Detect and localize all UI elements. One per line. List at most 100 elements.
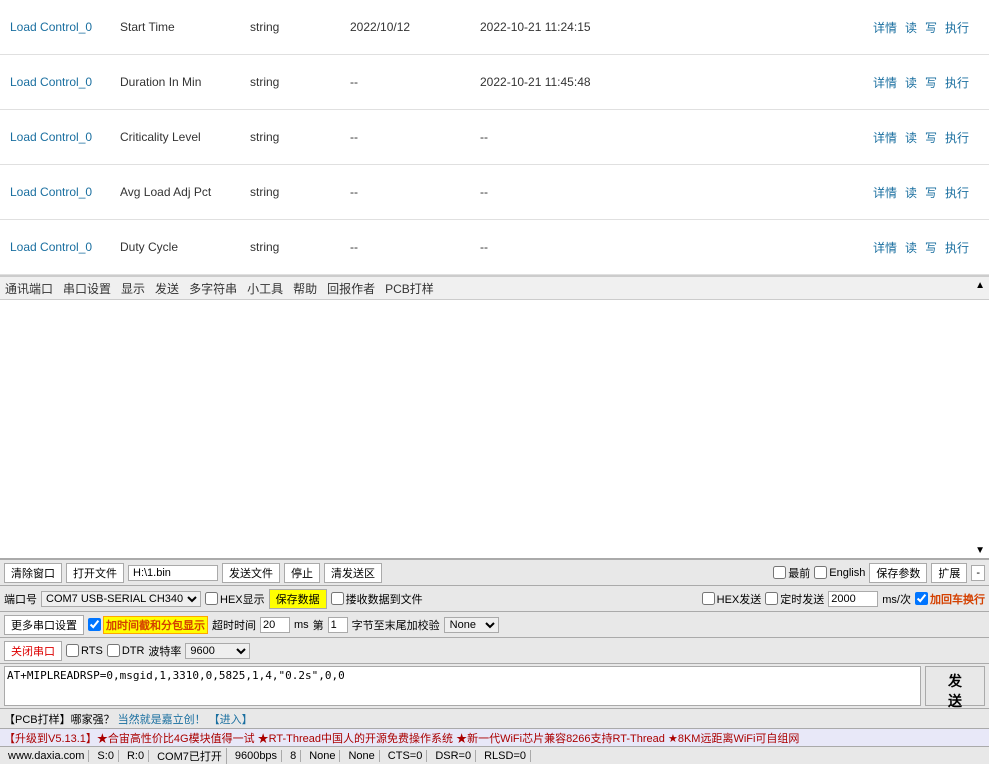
action-link[interactable]: 详情 [873, 184, 897, 201]
hex-display-checkbox[interactable] [205, 592, 218, 605]
port-select[interactable]: COM7 USB-SERIAL CH340 [41, 591, 201, 607]
col-actions: 详情读写执行 [630, 74, 979, 91]
pcb-link2[interactable]: 【进入】 [209, 711, 253, 727]
action-link[interactable]: 执行 [945, 74, 969, 91]
action-link[interactable]: 读 [905, 239, 917, 256]
crc-select[interactable]: None [444, 617, 499, 633]
scroll-down-arrow[interactable]: ▼ [975, 545, 985, 556]
status-site: www.daxia.com [4, 750, 89, 762]
toolbar-item[interactable]: 显示 [121, 280, 145, 297]
col-attr: Start Time [120, 20, 250, 34]
send-file-button[interactable]: 发送文件 [222, 563, 280, 583]
col-val1: -- [350, 75, 480, 89]
col-val2: -- [480, 240, 630, 254]
action-link[interactable]: 写 [925, 184, 937, 201]
action-link[interactable]: 执行 [945, 239, 969, 256]
hex-display-label: HEX显示 [205, 591, 265, 607]
action-link[interactable]: 执行 [945, 184, 969, 201]
action-link[interactable]: 执行 [945, 129, 969, 146]
table-row: Load Control_0 Duration In Min string --… [0, 55, 989, 110]
close-window-button[interactable]: - [971, 565, 985, 581]
toolbar-item[interactable]: 发送 [155, 280, 179, 297]
close-port-button[interactable]: 关闭串口 [4, 641, 62, 661]
status-port: COM7已打开 [153, 748, 227, 764]
stop-button[interactable]: 停止 [284, 563, 320, 583]
open-file-button[interactable]: 打开文件 [66, 563, 124, 583]
col-val1: -- [350, 185, 480, 199]
status-bits: 8 [286, 750, 301, 762]
more-port-settings-button[interactable]: 更多串口设置 [4, 615, 84, 635]
col-val1: -- [350, 240, 480, 254]
timeout-input[interactable] [260, 617, 290, 633]
baud-rate-select[interactable]: 9600 [185, 643, 250, 659]
status-s0: S:0 [93, 750, 119, 762]
action-link[interactable]: 读 [905, 19, 917, 36]
table-area: Load Control_0 Start Time string 2022/10… [0, 0, 989, 276]
expand-button[interactable]: 扩展 [931, 563, 967, 583]
col-val1: 2022/10/12 [350, 20, 480, 34]
action-link[interactable]: 详情 [873, 74, 897, 91]
col-type: string [250, 130, 350, 144]
status-cts: CTS=0 [384, 750, 428, 762]
table-row: Load Control_0 Avg Load Adj Pct string -… [0, 165, 989, 220]
page-input[interactable] [328, 617, 348, 633]
rts-label: RTS [66, 644, 103, 657]
col-actions: 详情读写执行 [630, 129, 979, 146]
send-row: AT+MIPLREADRSP=0,msgid,1,3310,0,5825,1,4… [0, 664, 989, 708]
toolbar-item[interactable]: PCB打样 [385, 280, 434, 297]
timed-send-checkbox[interactable] [765, 592, 778, 605]
latest-checkbox[interactable] [773, 566, 786, 579]
clear-send-button[interactable]: 清发送区 [324, 563, 382, 583]
send-button[interactable]: 发 送 [925, 666, 985, 706]
send-textarea[interactable]: AT+MIPLREADRSP=0,msgid,1,3310,0,5825,1,4… [4, 666, 921, 706]
action-link[interactable]: 读 [905, 74, 917, 91]
file-path-input[interactable] [128, 565, 218, 581]
pcb-link1[interactable]: 当然就是嘉立创！ [118, 711, 206, 727]
byte-label: 字节至末尾加校验 [352, 617, 440, 633]
col-attr: Avg Load Adj Pct [120, 185, 250, 199]
main-layout: Load Control_0 Start Time string 2022/10… [0, 0, 989, 764]
hex-send-checkbox[interactable] [702, 592, 715, 605]
toolbar-item[interactable]: 串口设置 [63, 280, 111, 297]
save-param-button[interactable]: 保存参数 [869, 563, 927, 583]
status-r0: R:0 [123, 750, 149, 762]
col-name: Load Control_0 [10, 20, 120, 34]
add-timestamp-label: 加时间截和分包显示 [88, 616, 208, 634]
action-link[interactable]: 写 [925, 129, 937, 146]
toolbar-item[interactable]: 通讯端口 [5, 280, 53, 297]
status-parity: None [305, 750, 340, 762]
scroll-up-arrow[interactable]: ▲ [975, 280, 985, 291]
dtr-checkbox[interactable] [107, 644, 120, 657]
action-link[interactable]: 写 [925, 19, 937, 36]
clear-window-button[interactable]: 清除窗口 [4, 563, 62, 583]
toolbar-wrap: 通讯端口串口设置显示发送多字符串小工具帮助回报作者 PCB打样 ▲ [0, 276, 989, 300]
rts-checkbox[interactable] [66, 644, 79, 657]
col-attr: Criticality Level [120, 130, 250, 144]
toolbar-item[interactable]: 小工具 [247, 280, 283, 297]
timed-send-label: 定时发送 [765, 591, 824, 607]
action-link[interactable]: 详情 [873, 129, 897, 146]
action-link[interactable]: 写 [925, 74, 937, 91]
action-link[interactable]: 读 [905, 184, 917, 201]
add-newline-checkbox[interactable] [915, 592, 928, 605]
action-link[interactable]: 详情 [873, 19, 897, 36]
toolbar-item[interactable]: 回报作者 [327, 280, 375, 297]
action-link[interactable]: 写 [925, 239, 937, 256]
toolbar-item[interactable]: 帮助 [293, 280, 317, 297]
action-link[interactable]: 详情 [873, 239, 897, 256]
save-data-button[interactable]: 保存数据 [269, 589, 327, 609]
col-name: Load Control_0 [10, 130, 120, 144]
recv-file-checkbox[interactable] [331, 592, 344, 605]
action-link[interactable]: 读 [905, 129, 917, 146]
serial-display[interactable]: ▼ [0, 300, 989, 559]
toolbar-item[interactable]: 多字符串 [189, 280, 237, 297]
news-text: 【升级到V5.13.1】★合宙高性价比4G模块值得一试 ★RT-Thread中国… [4, 730, 799, 746]
action-link[interactable]: 执行 [945, 19, 969, 36]
recv-file-label: 搂收数据到文件 [331, 591, 423, 607]
timed-send-interval-input[interactable] [828, 591, 878, 607]
status-stop: None [344, 750, 379, 762]
english-checkbox[interactable] [814, 566, 827, 579]
table-row: Load Control_0 Start Time string 2022/10… [0, 0, 989, 55]
news-row: 【升级到V5.13.1】★合宙高性价比4G模块值得一试 ★RT-Thread中国… [0, 728, 989, 746]
add-timestamp-checkbox[interactable] [88, 618, 101, 631]
